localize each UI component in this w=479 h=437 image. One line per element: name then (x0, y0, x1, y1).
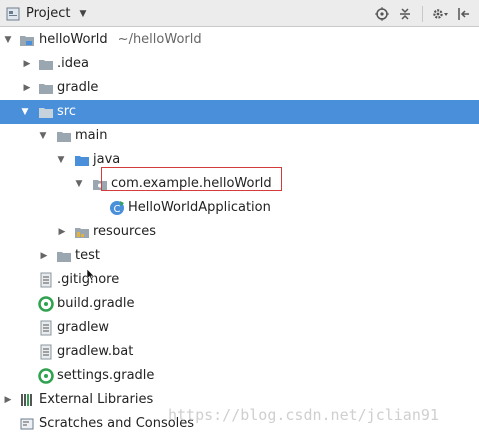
chevron-down-icon[interactable]: ▼ (2, 28, 14, 52)
chevron-right-icon[interactable]: ▶ (21, 52, 33, 76)
toolbar-divider (422, 5, 423, 22)
tree-label-src: src (57, 104, 76, 119)
chevron-down-icon[interactable]: ▼ (19, 100, 31, 124)
project-toolbar: Project ▼ (0, 0, 479, 27)
chevron-right-icon[interactable]: ▶ (38, 244, 50, 268)
tree-label-build-gradle: build.gradle (57, 296, 135, 311)
source-folder-icon (74, 152, 90, 168)
watermark: https://blog.csdn.net/jclian91 (168, 406, 439, 424)
tree-row-build-gradle[interactable]: build.gradle (0, 292, 479, 316)
project-view-icon (5, 6, 21, 22)
text-file-icon (38, 344, 54, 360)
tree-label-resources: resources (93, 224, 157, 239)
class-icon: C (109, 200, 125, 216)
module-folder-icon (19, 32, 35, 48)
locate-icon[interactable] (374, 6, 390, 22)
mouse-cursor-icon (87, 269, 95, 281)
tree-row-helloworldapplication[interactable]: C HelloWorldApplication (0, 196, 479, 220)
hide-icon[interactable] (455, 6, 471, 22)
tree-row-settings-gradle[interactable]: settings.gradle (0, 364, 479, 388)
library-icon (19, 392, 35, 408)
folder-icon (38, 80, 54, 96)
tree-label-helloworldapplication: HelloWorldApplication (128, 200, 271, 215)
gradle-file-icon (38, 296, 54, 312)
chevron-down-icon[interactable]: ▼ (73, 172, 85, 196)
resources-folder-icon (74, 224, 90, 240)
tree-row-gradlew-bat[interactable]: gradlew.bat (0, 340, 479, 364)
tree-label-main: main (75, 128, 108, 143)
caret-down-icon[interactable]: ▼ (79, 9, 86, 19)
folder-icon (56, 248, 72, 264)
folder-icon (38, 56, 54, 72)
tree-row-idea[interactable]: ▶ .idea (0, 52, 479, 76)
tree-label-idea: .idea (57, 56, 89, 71)
tree-row-test[interactable]: ▶ test (0, 244, 479, 268)
tree-row-gradle[interactable]: ▶ gradle (0, 76, 479, 100)
collapse-all-icon[interactable] (397, 6, 413, 22)
text-file-icon (38, 320, 54, 336)
tree-label-gradlew-bat: gradlew.bat (57, 344, 134, 359)
chevron-down-icon[interactable]: ▼ (55, 148, 67, 172)
chevron-right-icon[interactable]: ▶ (2, 388, 14, 412)
folder-icon (38, 104, 54, 120)
tree-row-resources[interactable]: ▶ resources (0, 220, 479, 244)
tree-row-main[interactable]: ▼ main (0, 124, 479, 148)
gradle-file-icon (38, 368, 54, 384)
project-view-selector[interactable]: Project ▼ (5, 5, 86, 22)
folder-icon (56, 128, 72, 144)
tree-label-test: test (75, 248, 100, 263)
tree-label-settings-gradle: settings.gradle (57, 368, 155, 383)
highlight-box (101, 167, 282, 191)
chevron-right-icon[interactable]: ▶ (56, 220, 68, 244)
tree-label-external-libraries: External Libraries (39, 392, 154, 407)
tree-row-src[interactable]: ▼ src (0, 100, 479, 124)
chevron-down-icon[interactable]: ▼ (37, 124, 49, 148)
chevron-right-icon[interactable]: ▶ (21, 76, 33, 100)
tree-label-gradlew: gradlew (57, 320, 110, 335)
gear-icon[interactable] (432, 6, 448, 22)
tree-row-helloworld[interactable]: ▼ helloWorld ~/helloWorld (0, 28, 479, 52)
project-tree: ▼ helloWorld ~/helloWorld ▶ .idea ▶ gradl… (0, 27, 479, 437)
project-path-hint: ~/helloWorld (117, 32, 202, 47)
tree-label-helloworld: helloWorld ~/helloWorld (39, 32, 202, 47)
svg-text:C: C (114, 204, 121, 215)
text-file-icon (38, 272, 54, 288)
tree-row-gitignore[interactable]: .gitignore (0, 268, 479, 292)
tree-row-gradlew[interactable]: gradlew (0, 316, 479, 340)
scratches-icon (19, 416, 35, 432)
tree-label-gradle: gradle (57, 80, 99, 95)
project-view-title: Project (26, 6, 71, 21)
